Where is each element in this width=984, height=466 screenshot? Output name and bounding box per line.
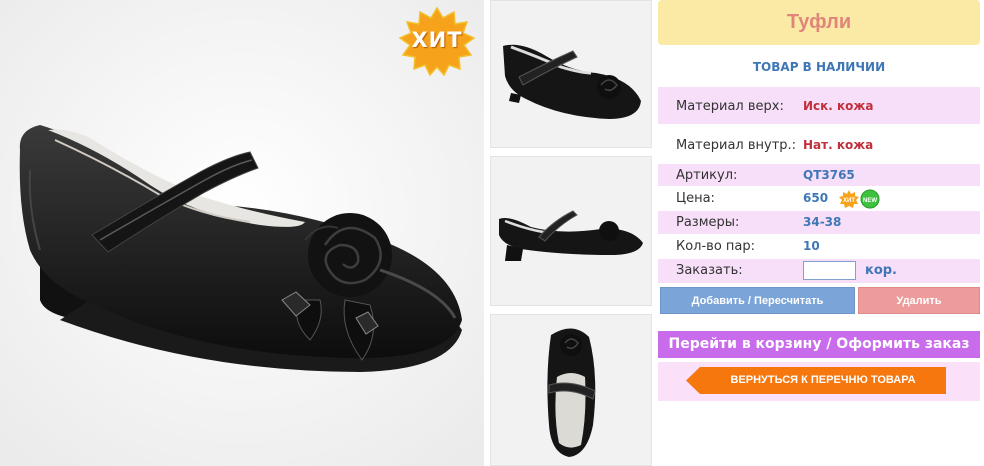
back-to-list-label: ВЕРНУТЬСЯ К ПЕРЕЧНЮ ТОВАРА — [730, 374, 916, 386]
sizes-value: 34-38 — [803, 215, 842, 229]
order-quantity-input[interactable] — [803, 261, 856, 280]
article-value: QT3765 — [803, 168, 855, 182]
price-value: 650 — [803, 191, 829, 205]
row-inner-material: Материал внутр.: Нат. кожа — [658, 128, 980, 161]
shoe-profile-thumbnail — [491, 157, 651, 305]
back-to-list-area: ВЕРНУТЬСЯ К ПЕРЕЧНЮ ТОВАРА — [658, 362, 980, 401]
pairs-label: Кол-во пар: — [676, 239, 756, 254]
shoe-side-thumbnail — [491, 1, 651, 147]
sizes-label: Размеры: — [676, 215, 740, 230]
thumbnail-2[interactable] — [490, 156, 652, 306]
row-price: Цена: 650 ХИТ NEW — [658, 187, 980, 210]
order-label: Заказать: — [676, 263, 743, 278]
pairs-value: 10 — [803, 239, 820, 253]
stock-status: ТОВАР В НАЛИЧИИ — [752, 60, 886, 74]
price-label: Цена: — [676, 191, 715, 206]
thumbnail-3[interactable] — [490, 314, 652, 466]
article-label: Артикул: — [676, 168, 738, 183]
price-badges: ХИТ NEW — [839, 189, 881, 209]
mini-hit-badge-label: ХИТ — [843, 198, 855, 204]
main-product-photo[interactable]: ХИТ — [0, 0, 484, 466]
upper-material-label: Материал верх: — [676, 99, 784, 114]
shoe-top-thumbnail — [491, 315, 651, 465]
row-article: Артикул: QT3765 — [658, 164, 980, 186]
delete-button[interactable]: Удалить — [858, 287, 980, 314]
currency-label: кор. — [865, 263, 897, 278]
go-to-cart-button[interactable]: Перейти в корзину / Оформить заказ — [658, 331, 980, 358]
add-recalculate-button[interactable]: Добавить / Пересчитать — [660, 287, 855, 314]
row-sizes: Размеры: 34-38 — [658, 211, 980, 234]
row-order: Заказать: кор. — [658, 259, 980, 283]
upper-material-value: Иск. кожа — [803, 99, 874, 113]
new-badge-label: NEW — [863, 198, 877, 204]
hit-badge: ХИТ — [398, 6, 476, 76]
row-upper-material: Материал верх: Иск. кожа — [658, 87, 980, 124]
row-pairs: Кол-во пар: 10 — [658, 235, 980, 258]
hit-badge-label: ХИТ — [411, 28, 463, 52]
inner-material-value: Нат. кожа — [803, 138, 874, 152]
back-to-list-button[interactable]: ВЕРНУТЬСЯ К ПЕРЕЧНЮ ТОВАРА — [686, 367, 946, 394]
product-title: Туфли — [658, 0, 980, 45]
inner-material-label: Материал внутр.: — [676, 138, 797, 153]
mini-badge-icons: ХИТ NEW — [839, 189, 880, 209]
thumbnail-1[interactable] — [490, 0, 652, 148]
